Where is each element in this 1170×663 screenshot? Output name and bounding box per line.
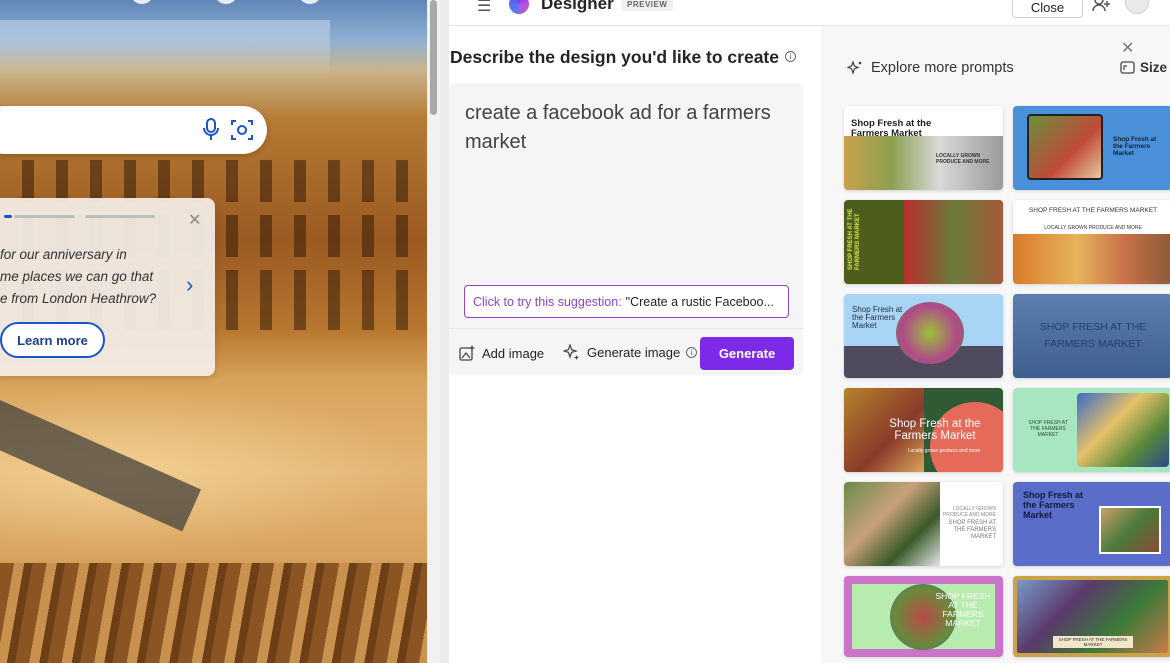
suggestion-chip[interactable]: Click to try this suggestion: "Create a … (464, 285, 789, 318)
chevron-right-icon[interactable]: › (186, 272, 193, 298)
avatar-icon[interactable] (1125, 0, 1149, 14)
thumbnail-title: SHOP FRESH AT THE FARMERS MARKET (1039, 321, 1147, 350)
prompt-thumbnail[interactable]: Shop Fresh at the Farmers Market LOCALLY… (844, 106, 1003, 190)
card-text-line: e from London Heathrow? (0, 291, 157, 306)
thumbnail-title: SHOP FRESH AT THE FARMERS MARKET (948, 520, 996, 540)
share-icon[interactable] (1092, 0, 1110, 12)
search-box[interactable] (0, 106, 267, 154)
visual-search-icon[interactable] (230, 118, 254, 142)
thumbnail-image (1027, 114, 1103, 180)
designer-logo-icon (509, 0, 529, 14)
top-icon-row (130, 0, 322, 4)
colosseum-arches-upper (0, 160, 427, 202)
thumbnail-title: Shop Fresh at the Farmers Market (851, 118, 932, 139)
learn-more-button[interactable]: Learn more (0, 322, 105, 358)
thumbnail-title: SHOP FRESH AT THE FARMERS MARKET (935, 591, 991, 628)
foreground-ruins (0, 563, 427, 663)
sparkle-icon (847, 60, 862, 75)
prompt-thumbnail[interactable]: SHOP FRESH AT THE FARMERS MARKET (1013, 576, 1170, 657)
arena-floor-strip (0, 400, 201, 532)
size-icon (1120, 61, 1135, 74)
thumbnail-title: Shop Fresh at the Farmers Market (889, 418, 981, 442)
add-image-button[interactable]: Add image (459, 345, 544, 361)
prompt-thumbnail[interactable]: SHOP FRESH AT THE FARMERS MARKET (844, 576, 1003, 657)
suggestion-text: "Create a rustic Faceboo... (625, 294, 774, 309)
thumbnail-image (1099, 506, 1161, 554)
thumbnail-subtitle: Locally grown produce and more (907, 448, 981, 454)
prompt-thumbnail[interactable]: Shop Fresh at the Farmers Market (1013, 482, 1170, 566)
hamburger-menu-icon[interactable]: ☰ (477, 0, 491, 16)
prompt-thumbnail[interactable]: SHOP FRESH AT THE FARMERS MARKET (1013, 388, 1170, 472)
thumbnail-image (904, 200, 1003, 284)
info-icon[interactable]: i (686, 347, 698, 358)
thumbnail-title: SHOP FRESH AT THE FARMERS MARKET (1028, 420, 1068, 438)
thumbnail-image (1077, 393, 1169, 467)
explore-prompts-header[interactable]: Explore more prompts (847, 60, 1014, 76)
thumbnail-title: SHOP FRESH AT THE FARMERS MARKET (1053, 636, 1133, 648)
progress-active (4, 215, 12, 218)
thumbnail-subtitle: LOCALLY GROWN PRODUCE AND MORE (936, 153, 990, 165)
prompt-thumbnail[interactable]: SHOP FRESH AT THE FARMERS MARKET (844, 200, 1003, 284)
generate-image-button[interactable]: Generate image i (563, 344, 698, 361)
app-title: Designer (541, 0, 614, 13)
thumbnail-subtitle: LOCALLY GROWN PRODUCE AND MORE (1044, 225, 1142, 231)
prompt-thumbnail[interactable]: SHOP FRESH AT THE FARMERS MARKET (1013, 294, 1170, 378)
scrollbar-thumb[interactable] (430, 0, 437, 115)
size-label: Size (1140, 60, 1168, 75)
heading-text: Describe the design you'd like to create (450, 47, 779, 67)
mic-icon[interactable] (202, 118, 220, 142)
background-browser-page: ✕ for our anniversary in me places we ca… (0, 0, 427, 663)
designer-header: ☰ Designer PREVIEW Close (449, 0, 1170, 26)
close-icon[interactable]: ✕ (1121, 38, 1134, 58)
card-text-line: for our anniversary in (0, 247, 127, 262)
close-button[interactable]: Close (1012, 0, 1083, 18)
generate-image-label: Generate image (587, 345, 681, 360)
designer-panel: ☰ Designer PREVIEW Close Describe the de… (449, 0, 1170, 663)
add-image-icon (459, 345, 475, 361)
close-icon[interactable]: ✕ (188, 210, 201, 230)
prompt-thumbnail[interactable]: SHOP FRESH AT THE FARMERS MARKET LOCALLY… (1013, 200, 1170, 284)
prompt-textarea[interactable]: create a facebook ad for a farmers marke… (465, 99, 785, 157)
explore-prompts-panel: ✕ Explore more prompts Size Shop Fresh a… (821, 26, 1170, 663)
prompt-thumbnail[interactable]: Shop Fresh at the Farmers Market Locally… (844, 388, 1003, 472)
size-selector[interactable]: Size (1120, 60, 1167, 75)
prompt-thumbnail[interactable]: Shop Fresh at the Farmers Market (1013, 106, 1170, 190)
thumbnail-image (844, 482, 940, 566)
prompt-thumbnail[interactable]: SHOP FRESH AT THE FARMERS MARKET LOCALLY… (844, 482, 1003, 566)
thumbnail-title: SHOP FRESH AT THE FARMERS MARKET (848, 208, 861, 270)
sparkle-icon (563, 344, 579, 360)
pane-divider (440, 0, 449, 663)
explore-label: Explore more prompts (871, 60, 1014, 76)
thumbnail-title: Shop Fresh at the Farmers Market (1023, 490, 1084, 520)
thumbnail-image (1013, 234, 1170, 284)
screen: ✕ for our anniversary in me places we ca… (0, 0, 1170, 663)
preview-badge: PREVIEW (621, 0, 674, 11)
top-icon[interactable] (298, 0, 322, 4)
prompt-thumbnail[interactable]: Shop Fresh at the Farmers Market (844, 294, 1003, 378)
thumbnail-title: SHOP FRESH AT THE FARMERS MARKET (1028, 207, 1158, 214)
top-icon[interactable] (214, 0, 238, 4)
add-image-label: Add image (482, 345, 545, 361)
progress-segment (85, 215, 155, 218)
card-text-line: me places we can go that (0, 269, 154, 284)
suggestion-card: ✕ for our anniversary in me places we ca… (0, 198, 215, 376)
thumbnail-title: Shop Fresh at the Farmers Market (852, 305, 903, 330)
page-title: Describe the design you'd like to create… (450, 47, 796, 68)
sky-cloud (0, 20, 330, 80)
progress-segment (14, 215, 75, 218)
thumbnail-subtitle: LOCALLY GROWN PRODUCE AND MORE (942, 506, 996, 518)
info-icon[interactable]: i (785, 50, 796, 62)
top-icon[interactable] (130, 0, 154, 4)
suggestion-label: Click to try this suggestion: (473, 294, 622, 309)
thumbnail-title: Shop Fresh at the Farmers Market (1113, 136, 1157, 157)
prompt-actions: Add image Generate image i Generate (449, 328, 803, 375)
generate-button[interactable]: Generate (700, 337, 794, 370)
